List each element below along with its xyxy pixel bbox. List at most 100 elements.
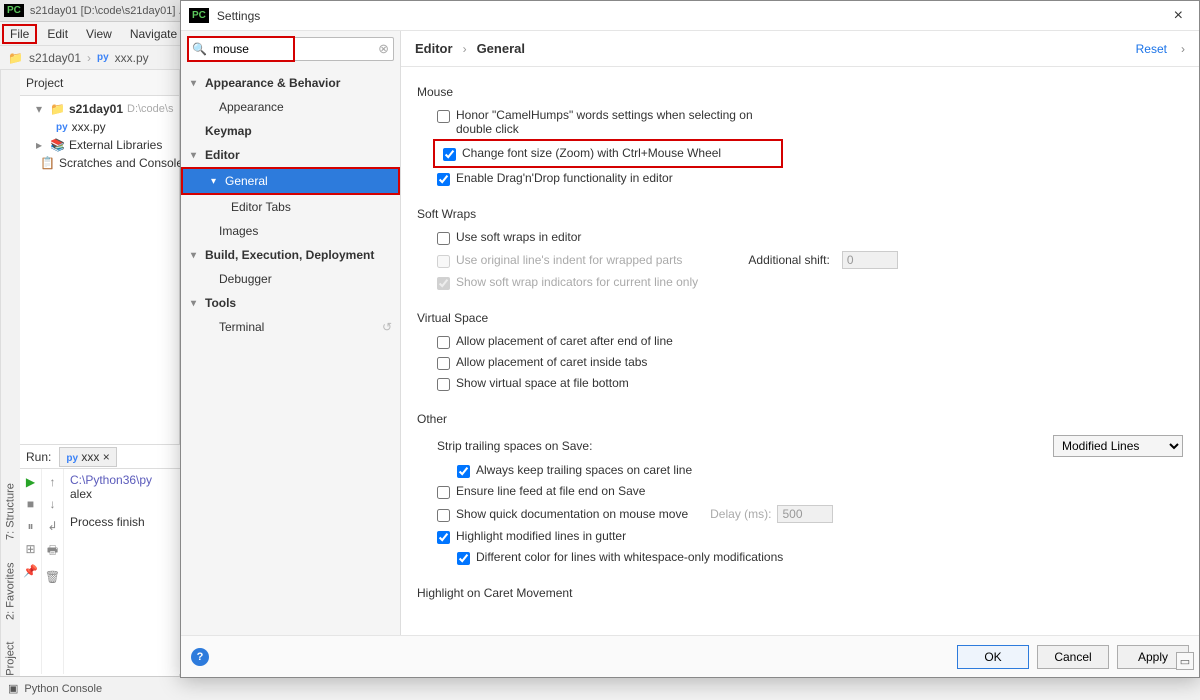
- run-panel: Run: py xxx × ▶ ■ ⏸ ⊞ 📌 ↑ ↓ ↲ 🖶 🗑: [20, 444, 180, 674]
- section-softwraps: Soft Wraps: [417, 207, 1183, 221]
- annotation-highlight: ▾General: [181, 167, 400, 195]
- tree-project-root[interactable]: ▾ 📁 s21day01 D:\code\s: [20, 100, 179, 118]
- settings-titlebar: PC Settings ×: [181, 1, 1199, 31]
- section-virtual: Virtual Space: [417, 311, 1183, 325]
- checkbox[interactable]: [437, 486, 450, 499]
- opt-virtual-bottom[interactable]: Show virtual space at file bottom: [417, 373, 1183, 394]
- tree-libs-label: External Libraries: [69, 138, 162, 152]
- hide-tool-windows-button[interactable]: ▭: [1176, 652, 1194, 670]
- checkbox[interactable]: [437, 173, 450, 186]
- terminal-icon: ▣: [8, 682, 18, 695]
- tree-external-libs[interactable]: ▸ 📚 External Libraries: [20, 136, 179, 154]
- opt-change-font-size[interactable]: Change font size (Zoom) with Ctrl+Mouse …: [439, 143, 777, 164]
- menu-edit[interactable]: Edit: [39, 24, 76, 44]
- python-file-icon: py: [97, 52, 109, 63]
- breadcrumb-file[interactable]: xxx.py: [115, 51, 149, 65]
- chevron-right-icon[interactable]: ›: [1181, 42, 1185, 56]
- run-tab[interactable]: py xxx ×: [59, 447, 116, 467]
- opt-caret-after-end[interactable]: Allow placement of caret after end of li…: [417, 331, 1183, 352]
- checkbox[interactable]: [437, 531, 450, 544]
- opt-quick-doc[interactable]: Show quick documentation on mouse move D…: [417, 502, 1183, 526]
- menu-view[interactable]: View: [78, 24, 120, 44]
- clear-icon[interactable]: ⊗: [378, 41, 389, 57]
- nav-terminal[interactable]: Terminal↺: [181, 315, 400, 339]
- python-file-icon: py: [56, 122, 68, 133]
- cancel-button[interactable]: Cancel: [1037, 645, 1109, 669]
- checkbox[interactable]: [437, 110, 450, 123]
- checkbox[interactable]: [437, 336, 450, 349]
- label-strip: Strip trailing spaces on Save:: [437, 439, 592, 453]
- console-line2: alex: [70, 487, 92, 501]
- opt-original-indent: Use original line's indent for wrapped p…: [417, 248, 1183, 272]
- checkbox: [437, 277, 450, 290]
- chevron-right-icon: ›: [87, 51, 91, 65]
- wrap-icon[interactable]: ↲: [47, 519, 57, 533]
- status-python-console[interactable]: Python Console: [24, 683, 102, 695]
- strip-select[interactable]: Modified Lines: [1053, 435, 1183, 457]
- layout-icon[interactable]: ⊞: [25, 542, 35, 556]
- up-icon[interactable]: ↑: [50, 475, 56, 489]
- checkbox[interactable]: [437, 378, 450, 391]
- checkbox[interactable]: [443, 148, 456, 161]
- menu-navigate[interactable]: Navigate: [122, 24, 185, 44]
- nav-debugger[interactable]: Debugger: [181, 267, 400, 291]
- opt-keep-trailing[interactable]: Always keep trailing spaces on caret lin…: [417, 460, 1183, 481]
- opt-diff-color[interactable]: Different color for lines with whitespac…: [417, 547, 1183, 568]
- opt-ensure-lf[interactable]: Ensure line feed at file end on Save: [417, 481, 1183, 502]
- checkbox[interactable]: [457, 465, 470, 478]
- breadcrumb-project[interactable]: s21day01: [29, 51, 81, 65]
- tree-file[interactable]: py xxx.py: [20, 118, 179, 136]
- caret-right-icon: ▸: [36, 138, 46, 152]
- section-mouse: Mouse: [417, 85, 1183, 99]
- label-delay: Delay (ms):: [710, 507, 771, 521]
- trash-icon[interactable]: 🗑: [45, 570, 60, 584]
- ok-button[interactable]: OK: [957, 645, 1029, 669]
- nav-keymap[interactable]: Keymap: [181, 119, 400, 143]
- checkbox[interactable]: [457, 552, 470, 565]
- tree-scratches[interactable]: 📋 Scratches and Consoles: [20, 154, 179, 172]
- rail-structure[interactable]: 7: Structure: [3, 479, 19, 544]
- opt-use-softwraps[interactable]: Use soft wraps in editor: [417, 227, 1183, 248]
- opt-caret-inside-tabs[interactable]: Allow placement of caret inside tabs: [417, 352, 1183, 373]
- rail-favorites[interactable]: 2: Favorites: [3, 558, 19, 623]
- nav-build[interactable]: ▾Build, Execution, Deployment: [181, 243, 400, 267]
- play-icon[interactable]: ▶: [26, 475, 35, 489]
- tree-scratches-label: Scratches and Consoles: [59, 156, 189, 170]
- run-console[interactable]: C:\Python36\py alex Process finish: [64, 469, 180, 674]
- print-icon[interactable]: 🖶: [47, 541, 58, 562]
- chevron-down-icon: ▾: [191, 250, 199, 261]
- settings-search[interactable]: 🔍 ⊗: [187, 37, 394, 61]
- pause-icon[interactable]: ⏸: [27, 519, 33, 534]
- search-input[interactable]: [211, 40, 378, 58]
- run-panel-header: Run: py xxx ×: [20, 445, 180, 469]
- nav-tools[interactable]: ▾Tools: [181, 291, 400, 315]
- nav-editor[interactable]: ▾Editor: [181, 143, 400, 167]
- nav-appearance[interactable]: Appearance: [181, 95, 400, 119]
- opt-dragndrop[interactable]: Enable Drag'n'Drop functionality in edit…: [417, 168, 1183, 189]
- reset-icon: ↺: [382, 320, 392, 334]
- checkbox[interactable]: [437, 357, 450, 370]
- nav-editor-tabs[interactable]: Editor Tabs: [181, 195, 400, 219]
- crumb-editor[interactable]: Editor: [415, 41, 453, 56]
- nav-images[interactable]: Images: [181, 219, 400, 243]
- settings-sidebar: 🔍 ⊗ ▾Appearance & Behavior Appearance Ke…: [181, 31, 401, 635]
- close-icon[interactable]: ×: [103, 450, 110, 464]
- chevron-down-icon: ▾: [211, 176, 219, 187]
- nav-appearance-behavior[interactable]: ▾Appearance & Behavior: [181, 71, 400, 95]
- close-icon[interactable]: ×: [1166, 7, 1191, 25]
- project-panel-header: Project: [20, 70, 179, 96]
- menu-file[interactable]: File: [2, 24, 37, 44]
- run-tab-label: xxx: [81, 450, 99, 464]
- checkbox[interactable]: [437, 509, 450, 522]
- stop-icon[interactable]: ■: [27, 497, 34, 511]
- help-icon[interactable]: ?: [191, 648, 209, 666]
- pin-icon[interactable]: 📌: [23, 564, 38, 578]
- down-icon[interactable]: ↓: [50, 497, 56, 511]
- reset-link[interactable]: Reset: [1136, 42, 1167, 56]
- chevron-down-icon: ▾: [191, 150, 199, 161]
- nav-general[interactable]: ▾General: [183, 169, 398, 193]
- opt-honor-camelhumps[interactable]: Honor "CamelHumps" words settings when s…: [417, 105, 1183, 139]
- checkbox[interactable]: [437, 232, 450, 245]
- annotation-highlight: Change font size (Zoom) with Ctrl+Mouse …: [433, 139, 783, 168]
- opt-highlight-gutter[interactable]: Highlight modified lines in gutter: [417, 526, 1183, 547]
